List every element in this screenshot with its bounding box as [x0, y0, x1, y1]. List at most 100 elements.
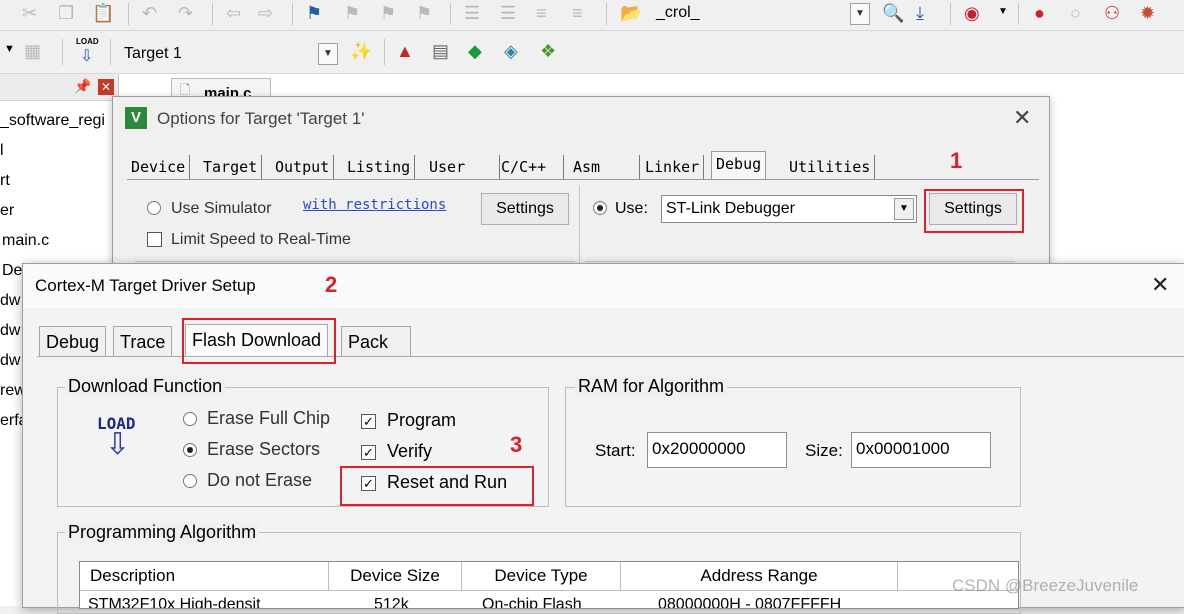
breakpoint-icon[interactable]: ● [1034, 3, 1045, 23]
chevron-down-icon[interactable]: ▼ [894, 198, 914, 220]
batch-build-icon[interactable]: ▦ [24, 41, 41, 61]
close-icon[interactable]: ✕ [1013, 105, 1031, 131]
comment-icon[interactable]: ≡ [536, 3, 547, 23]
close-icon[interactable]: ✕ [1151, 272, 1169, 298]
tree-item[interactable]: De [2, 262, 22, 280]
annotation-box-3 [340, 466, 534, 506]
run-time-env-icon[interactable]: ❖ [540, 41, 556, 61]
column-device-type[interactable]: Device Type [462, 562, 621, 590]
file-extensions-icon[interactable]: ▤ [432, 41, 449, 61]
incremental-find-icon[interactable]: ⤓ [916, 3, 924, 23]
main-toolbar: ✂ ❐ 📋 ↶ ↷ ⇦ ⇨ ⚑ ⚑ ⚑ ⚑ ☰ ☰ ≡ ≡ 📂 _crol_ ▼… [0, 0, 1184, 31]
options-for-target-icon[interactable]: ✨ [350, 41, 372, 61]
debugger-select[interactable]: ST-Link Debugger ▼ [661, 195, 917, 223]
annotation-number-1: 1 [950, 148, 963, 173]
options-for-target-dialog: V Options for Target 'Target 1' ✕ Device… [112, 96, 1050, 288]
tab-listing[interactable]: Listing [343, 155, 416, 179]
tab-linker[interactable]: Linker [641, 155, 705, 179]
close-icon[interactable]: ✕ [98, 79, 114, 95]
nav-forward-icon[interactable]: ⇨ [258, 3, 273, 23]
programming-algorithm-label: Programming Algorithm [65, 522, 260, 543]
redo-icon[interactable]: ↷ [178, 3, 193, 23]
tab-c-cpp[interactable]: C/C++ [497, 155, 564, 179]
ram-start-label: Start: [595, 441, 636, 460]
nav-back-icon[interactable]: ⇦ [226, 3, 241, 23]
find-text[interactable]: _crol_ [656, 4, 700, 22]
tree-item[interactable]: dw [0, 322, 20, 340]
use-label: Use: [615, 200, 648, 217]
load-download-icon[interactable]: LOAD ⇩ [74, 37, 102, 65]
erase-full-chip-radio[interactable] [183, 412, 197, 426]
tab-debug[interactable]: Debug [711, 151, 767, 180]
erase-sectors-radio[interactable] [183, 443, 197, 457]
ram-size-label: Size: [805, 441, 843, 460]
verify-checkbox[interactable]: ✓ [361, 445, 376, 460]
target-select[interactable]: Target 1 [124, 45, 182, 63]
breakpoint-clear-icon[interactable]: ⚇ [1104, 3, 1120, 23]
dialog-title: Options for Target 'Target 1' [157, 109, 365, 128]
ram-size-input[interactable]: 0x00001000 [851, 432, 991, 468]
program-label: Program [387, 410, 457, 430]
erase-sectors-label: Erase Sectors [207, 439, 321, 459]
tab-pack[interactable]: Pack [341, 326, 411, 357]
breakpoint-kill-icon[interactable]: ✹ [1140, 3, 1155, 23]
debug-dropdown-icon[interactable]: ▼ [998, 6, 1008, 17]
tab-trace[interactable]: Trace [113, 326, 173, 357]
tab-output[interactable]: Output [271, 155, 335, 179]
find-in-files-icon[interactable]: 🔍 [882, 3, 904, 23]
restrictions-link[interactable]: with restrictions [303, 197, 446, 213]
tree-item[interactable]: _software_regi [0, 112, 105, 130]
column-device-size[interactable]: Device Size [329, 562, 462, 590]
toolbar-dropdown-icon[interactable]: ▼ [4, 43, 15, 55]
select-packs-icon[interactable]: ◆ [468, 41, 482, 61]
bookmark-prev-icon[interactable]: ⚑ [344, 3, 360, 23]
tree-item[interactable]: er [0, 202, 14, 220]
undo-icon[interactable]: ↶ [142, 3, 157, 23]
indent-icon[interactable]: ☰ [464, 3, 480, 23]
table-row[interactable]: STM32F10x High-densit 512k On-chip Flash… [80, 596, 1018, 608]
copy-icon[interactable]: ❐ [58, 3, 74, 23]
limit-speed-checkbox[interactable] [147, 232, 162, 247]
tree-item[interactable]: dw [0, 292, 20, 310]
unindent-icon[interactable]: ☰ [500, 3, 516, 23]
tree-item[interactable]: rt [0, 172, 10, 190]
column-address-range[interactable]: Address Range [621, 562, 898, 590]
use-debugger-radio[interactable] [593, 201, 607, 215]
column-description[interactable]: Description [80, 562, 329, 590]
ram-start-input[interactable]: 0x20000000 [647, 432, 787, 468]
tree-item[interactable]: l [0, 142, 4, 160]
bookmark-icon[interactable]: ⚑ [306, 3, 322, 23]
pack-installer-icon[interactable]: ◈ [504, 41, 518, 61]
bookmark-next-icon[interactable]: ⚑ [380, 3, 396, 23]
find-dropdown-arrow[interactable]: ▼ [850, 3, 870, 25]
bookmark-clear-icon[interactable]: ⚑ [416, 3, 432, 23]
limit-speed-label: Limit Speed to Real-Time [171, 231, 351, 248]
simulator-settings-button[interactable]: Settings [481, 193, 569, 225]
do-not-erase-radio[interactable] [183, 474, 197, 488]
tab-debug[interactable]: Debug [39, 326, 107, 357]
manage-components-icon[interactable]: ▲ [396, 41, 414, 61]
tab-user[interactable]: User [425, 155, 500, 179]
tab-asm[interactable]: Asm [569, 155, 640, 179]
pin-icon[interactable]: 📌 [74, 78, 91, 95]
annotation-box-2 [182, 318, 336, 364]
program-checkbox[interactable]: ✓ [361, 414, 376, 429]
tab-target[interactable]: Target [199, 155, 263, 179]
open-file-icon[interactable]: 📂 [620, 3, 642, 23]
annotation-box-1 [924, 189, 1024, 233]
erase-full-chip-label: Erase Full Chip [207, 408, 331, 428]
uncomment-icon[interactable]: ≡ [572, 3, 583, 23]
tab-device[interactable]: Device [127, 155, 191, 179]
use-simulator-radio[interactable] [147, 201, 161, 215]
tree-item[interactable]: main.c [2, 232, 49, 250]
breakpoint-disable-icon[interactable]: ○ [1070, 3, 1081, 23]
target-dropdown-arrow[interactable]: ▼ [318, 43, 338, 65]
download-function-label: Download Function [65, 376, 226, 397]
tab-utilities[interactable]: Utilities [785, 155, 876, 179]
cut-icon[interactable]: ✂ [22, 3, 37, 23]
paste-icon[interactable]: 📋 [92, 3, 114, 23]
debug-session-icon[interactable]: ◉ [964, 3, 980, 23]
keil-logo-icon: V [125, 107, 147, 129]
tree-item[interactable]: dw [0, 352, 20, 370]
algorithm-table[interactable]: Description Device Size Device Type Addr… [79, 561, 1019, 609]
